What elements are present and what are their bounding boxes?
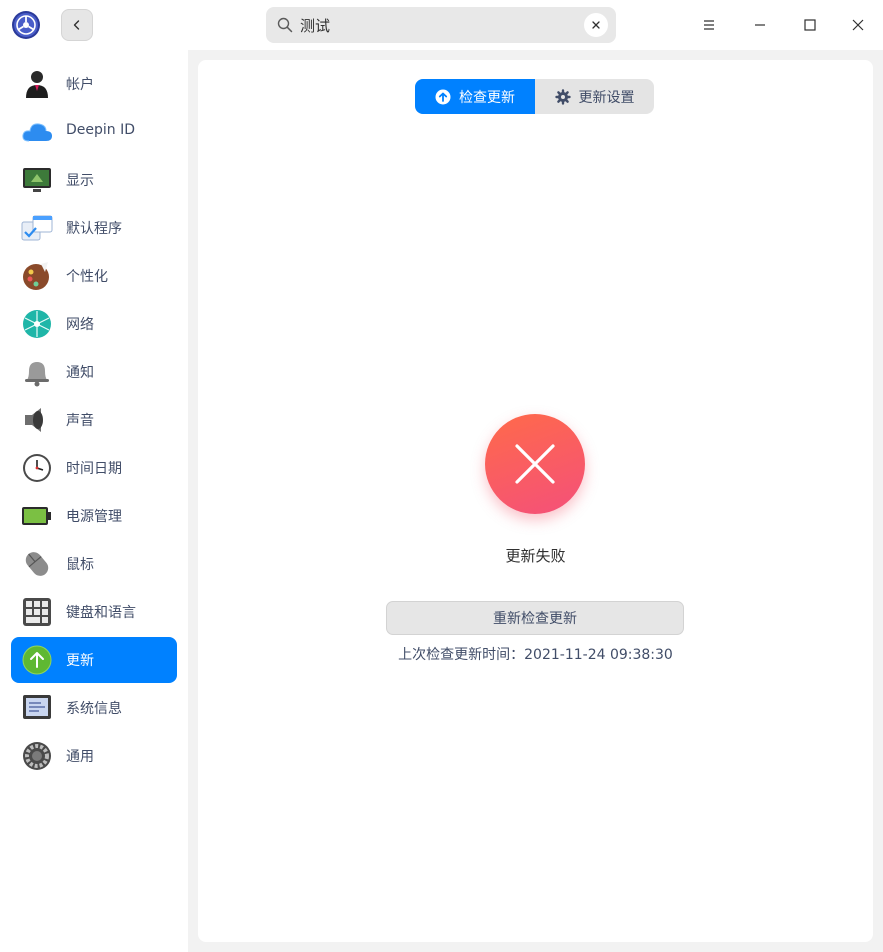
hamburger-menu-icon <box>704 20 714 30</box>
sidebar-item-display[interactable]: 显示 <box>11 157 177 203</box>
update-status-text: 更新失败 <box>505 547 566 565</box>
last-check-time: 2021-11-24 09:38:30 <box>524 647 673 663</box>
error-icon <box>485 414 585 514</box>
sidebar-item-label: 显示 <box>66 173 94 189</box>
update-icon <box>22 645 52 675</box>
sidebar-item-label: 鼠标 <box>66 557 94 573</box>
sidebar-item-label: 通知 <box>66 365 94 381</box>
sidebar-item-label: 网络 <box>66 317 94 333</box>
maximize-button[interactable] <box>796 11 824 39</box>
tab-update-settings[interactable]: 更新设置 <box>535 79 654 114</box>
sidebar-item-label: 帐户 <box>66 77 94 93</box>
last-check-info: 上次检查更新时间：2021-11-24 09:38:30 <box>198 644 873 664</box>
tab-check-update[interactable]: 检查更新 <box>415 79 535 114</box>
clock-icon <box>23 454 51 482</box>
sidebar-item-label: Deepin ID <box>66 122 136 138</box>
sidebar-item-notifications[interactable]: 通知 <box>11 349 177 395</box>
tab-label: 更新设置 <box>578 89 635 106</box>
cloud-icon <box>22 123 52 142</box>
sidebar-item-label: 时间日期 <box>66 461 122 477</box>
arrow-up-circle-icon <box>435 89 451 104</box>
menu-button[interactable] <box>695 11 723 39</box>
sidebar: 帐户 Deepin ID 显示 默认程序 个性化 网络 通知 声音 时间日期 电… <box>0 50 188 952</box>
sidebar-item-sound[interactable]: 声音 <box>11 397 177 443</box>
recheck-update-button[interactable]: 重新检查更新 <box>386 601 684 635</box>
sidebar-item-label: 系统信息 <box>66 701 122 717</box>
speaker-icon <box>25 408 43 432</box>
display-icon <box>23 168 51 192</box>
palette-icon <box>23 262 49 290</box>
last-check-label: 上次检查更新时间： <box>398 647 525 663</box>
sidebar-item-account[interactable]: 帐户 <box>11 61 177 107</box>
sidebar-item-datetime[interactable]: 时间日期 <box>11 445 177 491</box>
titlebar <box>0 0 883 50</box>
system-info-icon <box>23 695 51 719</box>
sidebar-item-label: 更新 <box>66 653 94 669</box>
tab-label: 检查更新 <box>459 89 515 106</box>
sidebar-item-default-apps[interactable]: 默认程序 <box>11 205 177 251</box>
search-icon <box>277 17 293 33</box>
close-icon <box>592 21 600 29</box>
close-x-icon <box>515 444 555 484</box>
update-panel: 检查更新 更新设置 更新失败 重新检查更新 上次检查更新时间：2021-11-2… <box>198 60 873 942</box>
app-logo-icon <box>12 11 40 39</box>
sidebar-item-system-info[interactable]: 系统信息 <box>11 685 177 731</box>
sidebar-item-power[interactable]: 电源管理 <box>11 493 177 539</box>
sidebar-item-network[interactable]: 网络 <box>11 301 177 347</box>
search-box[interactable] <box>266 7 616 43</box>
sidebar-item-label: 键盘和语言 <box>66 605 136 621</box>
sidebar-item-general[interactable]: 通用 <box>11 733 177 779</box>
minimize-button[interactable] <box>746 11 774 39</box>
close-icon <box>852 19 864 31</box>
sidebar-item-mouse[interactable]: 鼠标 <box>11 541 177 587</box>
account-icon <box>26 71 48 98</box>
network-icon <box>23 310 51 338</box>
mouse-icon <box>25 552 49 576</box>
maximize-icon <box>804 19 816 31</box>
close-window-button[interactable] <box>844 11 872 39</box>
minimize-icon <box>755 24 765 26</box>
sidebar-item-label: 通用 <box>66 749 94 765</box>
sidebar-item-keyboard[interactable]: 键盘和语言 <box>11 589 177 635</box>
clear-search-button[interactable] <box>584 13 608 37</box>
sidebar-item-label: 个性化 <box>66 269 108 285</box>
sidebar-item-label: 声音 <box>66 413 94 429</box>
bell-icon <box>25 362 49 387</box>
default-apps-icon <box>21 215 53 241</box>
chevron-left-icon <box>73 20 80 30</box>
gear-icon <box>554 88 571 105</box>
sidebar-item-deepin-id[interactable]: Deepin ID <box>11 109 177 155</box>
battery-icon <box>22 507 51 525</box>
keyboard-icon <box>23 598 51 626</box>
sidebar-item-update[interactable]: 更新 <box>11 637 177 683</box>
sidebar-item-label: 电源管理 <box>66 509 122 525</box>
sidebar-item-label: 默认程序 <box>66 221 122 237</box>
update-tabs: 检查更新 更新设置 <box>415 79 654 114</box>
general-gear-icon <box>23 742 51 770</box>
sidebar-item-personalization[interactable]: 个性化 <box>11 253 177 299</box>
search-input[interactable] <box>300 15 570 35</box>
back-button[interactable] <box>61 9 93 41</box>
